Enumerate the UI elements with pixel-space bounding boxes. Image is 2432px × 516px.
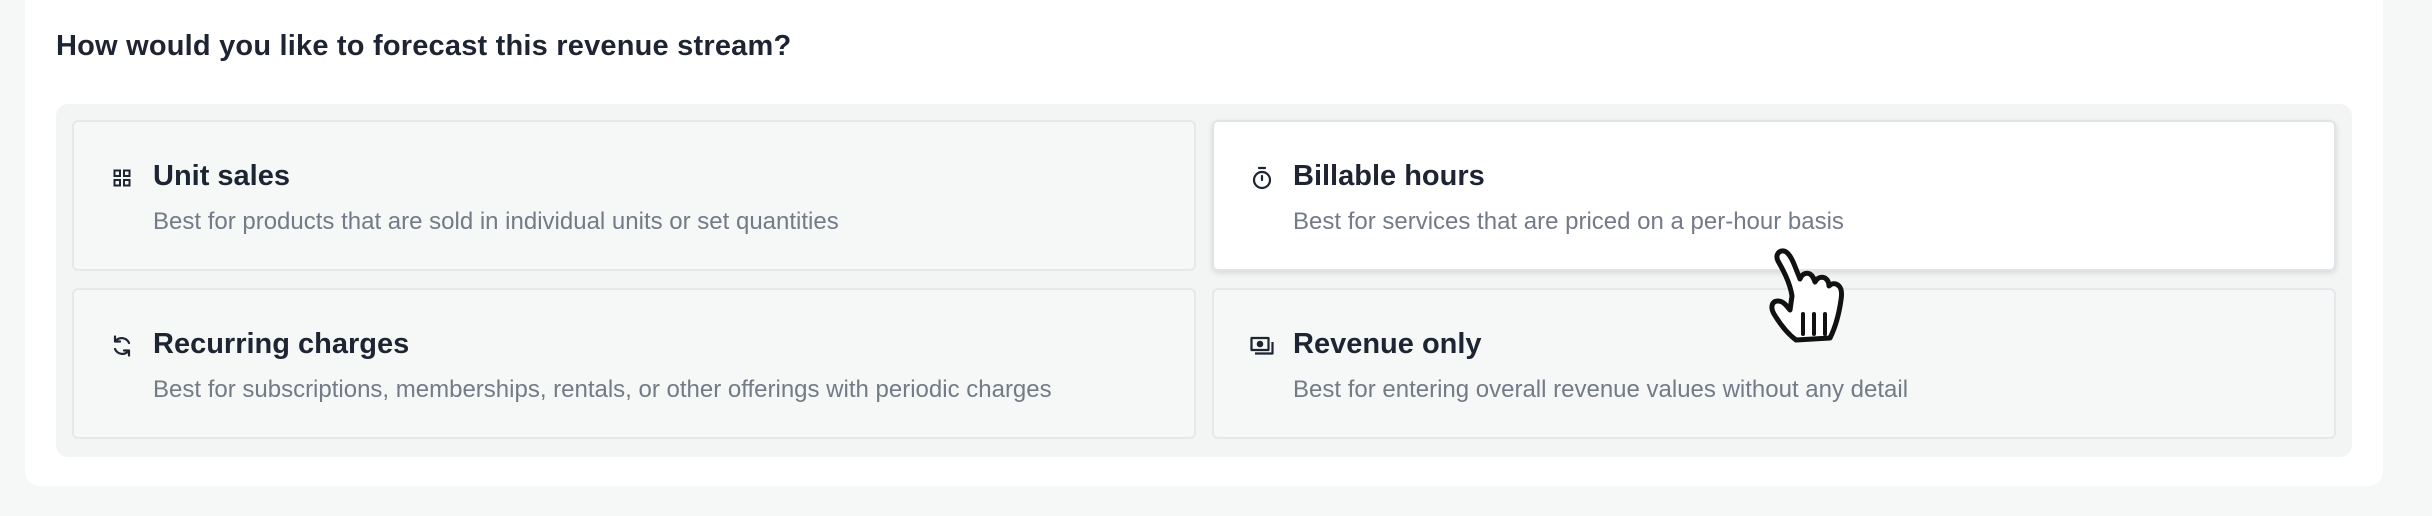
option-recurring-charges[interactable]: Recurring charges Best for subscriptions…	[72, 288, 1196, 439]
option-description: Best for entering overall revenue values…	[1293, 376, 1909, 403]
option-unit-sales[interactable]: Unit sales Best for products that are so…	[72, 120, 1196, 271]
option-title: Revenue only	[1293, 328, 1482, 360]
stopwatch-icon	[1250, 166, 1274, 190]
option-title: Recurring charges	[153, 328, 410, 360]
cash-icon	[1250, 334, 1274, 358]
option-description: Best for subscriptions, memberships, ren…	[153, 376, 1052, 403]
refresh-icon	[110, 334, 134, 358]
forecast-options-group: Unit sales Best for products that are so…	[56, 104, 2352, 457]
option-description: Best for services that are priced on a p…	[1293, 208, 1844, 235]
forecast-question: How would you like to forecast this reve…	[56, 30, 792, 62]
grid-icon	[110, 166, 134, 190]
option-title: Unit sales	[153, 160, 290, 192]
option-description: Best for products that are sold in indiv…	[153, 208, 839, 235]
forecast-method-card: How would you like to forecast this reve…	[25, 0, 2383, 486]
hand-pointer-cursor-icon	[1762, 248, 1850, 346]
option-title: Billable hours	[1293, 160, 1485, 192]
